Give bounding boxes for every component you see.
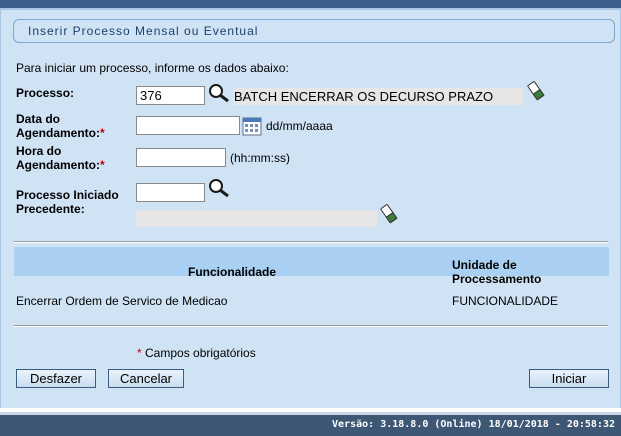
column-header-funcionalidade: Funcionalidade — [188, 265, 277, 279]
precedente-input[interactable] — [136, 183, 205, 202]
required-note-mark: * — [137, 346, 142, 360]
precedente-label-1: Processo Iniciado — [16, 188, 119, 202]
row-unidade: FUNCIONALIDADE — [452, 294, 559, 308]
precedente-eraser-icon[interactable] — [380, 204, 398, 224]
precedente-label-2: Precedente: — [16, 202, 85, 216]
top-bar — [0, 0, 621, 10]
processo-eraser-icon[interactable] — [527, 81, 545, 101]
data-format-hint: dd/mm/aaaa — [266, 119, 333, 133]
row-funcionalidade: Encerrar Ordem de Servico de Medicao — [16, 294, 228, 308]
processo-label: Processo: — [16, 86, 75, 100]
column-header-unidade-2: Processamento — [452, 272, 542, 286]
version-text: Versão: 3.18.8.0 (Online) 18/01/2018 - 2… — [332, 419, 615, 430]
data-agendamento-input[interactable] — [136, 116, 240, 135]
hora-format-hint: (hh:mm:ss) — [230, 151, 290, 165]
calendar-icon[interactable] — [242, 116, 262, 136]
processo-search-icon[interactable] — [207, 83, 231, 103]
desfazer-button[interactable]: Desfazer — [16, 369, 96, 388]
precedente-search-icon[interactable] — [207, 178, 231, 198]
required-note: * Campos obrigatórios — [137, 346, 256, 360]
form-intro: Para iniciar um processo, informe os dad… — [16, 61, 289, 75]
form-title-box: Inserir Processo Mensal ou Eventual — [13, 19, 615, 43]
hora-label-2: Agendamento: — [16, 158, 100, 172]
table-row: Encerrar Ordem de Servico de Medicao FUN… — [14, 294, 609, 310]
data-label-2-wrap: Agendamento:* — [16, 126, 105, 140]
hora-label-2-wrap: Agendamento:* — [16, 158, 105, 172]
hora-required-mark: * — [100, 158, 105, 172]
data-label-2: Agendamento: — [16, 126, 100, 140]
divider-bottom — [14, 325, 608, 327]
hora-agendamento-input[interactable] — [136, 148, 226, 167]
data-required-mark: * — [100, 126, 105, 140]
version-footer: Versão: 3.18.8.0 (Online) 18/01/2018 - 2… — [0, 412, 621, 436]
cancelar-button[interactable]: Cancelar — [108, 369, 184, 388]
form-title: Inserir Processo Mensal ou Eventual — [28, 24, 259, 38]
divider-top — [14, 241, 608, 243]
iniciar-button[interactable]: Iniciar — [529, 369, 609, 388]
precedente-description — [136, 210, 377, 227]
hora-label-1: Hora do — [16, 144, 62, 158]
data-label-1: Data do — [16, 112, 61, 126]
processo-description: BATCH ENCERRAR OS DECURSO PRAZO — [233, 88, 523, 105]
processo-input[interactable] — [136, 86, 205, 105]
required-note-text: Campos obrigatórios — [145, 346, 256, 360]
column-header-unidade-1: Unidade de — [452, 258, 517, 272]
